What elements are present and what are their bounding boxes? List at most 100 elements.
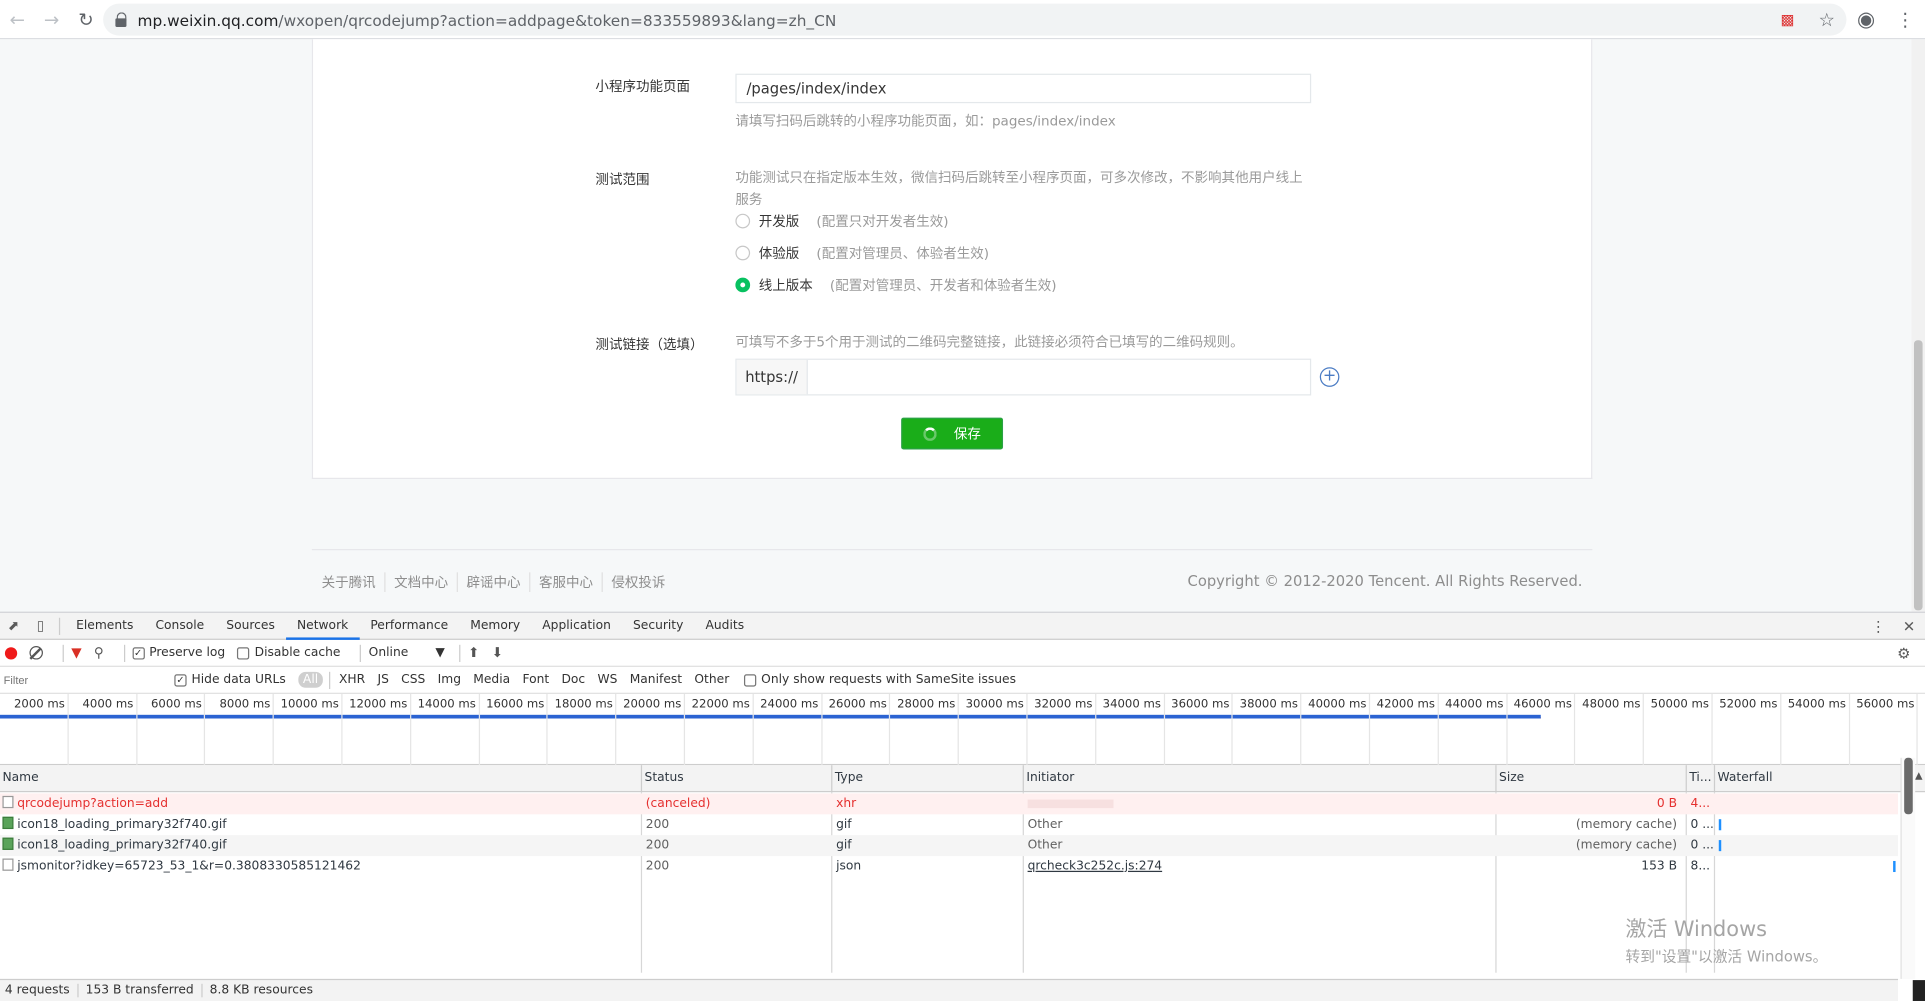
tab-elements[interactable]: Elements [65,612,144,639]
radio-circle[interactable] [735,213,751,229]
request-initiator[interactable] [1025,793,1492,814]
column-initiator[interactable]: Initiator [1024,765,1497,793]
add-link-icon[interactable]: + [1319,367,1340,387]
toolbar-separator [360,644,362,662]
type-filter-img[interactable]: Img [433,672,466,688]
devtools-menu-icon[interactable]: ⋮ [1871,618,1886,635]
waterfall-bar [1718,840,1722,852]
device-toolbar-icon[interactable]: ▯ [27,612,54,639]
filter-icon[interactable]: ▼ [71,645,81,661]
loading-spinner-icon [923,426,937,441]
table-row[interactable]: jsmonitor?idkey=65723_53_1&r=0.380833058… [0,856,1898,877]
samesite-label: Only show requests with SameSite issues [761,673,1016,687]
filter-bar: ✓ Hide data URLs All XHR JS CSS Img Media… [0,667,1925,694]
clear-icon[interactable] [29,646,43,660]
type-filter-manifest[interactable]: Manifest [625,672,687,688]
timeline-tick-label: 8000 ms [219,697,271,712]
back-icon[interactable]: ← [0,2,34,36]
address-bar[interactable]: mp.weixin.qq.com/wxopen/qrcodejump?actio… [103,3,1847,36]
forward-icon[interactable]: → [34,2,68,36]
type-filter-xhr[interactable]: XHR [334,672,370,688]
tab-network[interactable]: Network [285,612,360,640]
tab-memory[interactable]: Memory [459,612,531,639]
radio-online[interactable]: 线上版本 (配置对管理员、开发者和体验者生效) [735,275,1057,295]
tab-audits[interactable]: Audits [694,612,755,639]
extension-icon[interactable]: ▩ [1768,2,1807,36]
sort-ascending-icon: ▲ [1915,770,1923,782]
table-row[interactable]: qrcodejump?action=add (canceled) xhr 0 B… [0,793,1899,815]
timeline-tick: 40000 ms [1302,693,1371,766]
throttling-select[interactable]: Online ▼ [369,646,445,660]
disable-cache-checkbox[interactable]: Disable cache [237,646,340,660]
network-overview-timeline[interactable]: 2000 ms 4000 ms 6000 ms 8000 ms 10000 ms 1200… [0,693,1925,766]
request-status: (canceled) [645,797,711,811]
close-icon[interactable]: ✕ [1903,618,1915,635]
table-row[interactable]: icon18_loading_primary32f740.gif 200 gif… [0,814,1898,835]
settings-gear-icon[interactable]: ⚙ [1897,644,1910,661]
disable-cache-label: Disable cache [254,646,341,660]
transferred-size: 153 B transferred [77,983,201,998]
initiator-link[interactable]: qrcheck3c252c.js:274 [1025,856,1492,877]
footer-link[interactable]: 关于腾讯 [322,572,385,592]
checkbox[interactable] [743,673,757,686]
column-size[interactable]: Size [1497,765,1687,793]
type-filter-other[interactable]: Other [689,672,734,688]
tab-security[interactable]: Security [622,612,695,639]
devtools-scroll-thumb[interactable] [1904,757,1913,815]
tab-performance[interactable]: Performance [359,612,459,639]
footer-link[interactable]: 侵权投诉 [601,572,674,592]
preserve-log-checkbox[interactable]: ✓ Preserve log [132,646,225,660]
page-scroll-thumb[interactable] [1913,340,1923,611]
save-button[interactable]: 保存 [901,417,1004,450]
checkbox[interactable] [237,646,250,659]
radio-circle-checked[interactable] [735,277,751,293]
samesite-checkbox[interactable]: Only show requests with SameSite issues [743,673,1016,687]
export-har-icon[interactable]: ⬇ [492,645,503,661]
column-time[interactable]: Ti... [1687,765,1716,793]
type-filter-css[interactable]: CSS [396,672,430,688]
tab-application[interactable]: Application [531,612,622,639]
page-path-input[interactable]: /pages/index/index [735,73,1312,104]
save-label: 保存 [953,426,981,443]
footer-link[interactable]: 客服中心 [529,572,601,592]
radio-circle[interactable] [735,245,751,261]
search-icon[interactable]: ⚲ [94,645,104,661]
timeline-tick-label: 22000 ms [691,697,750,712]
profile-icon[interactable]: ◉ [1846,2,1885,36]
checkbox-checked[interactable]: ✓ [174,673,187,686]
type-filter-js[interactable]: JS [373,672,394,688]
table-row[interactable]: icon18_loading_primary32f740.gif 200 gif… [0,835,1899,857]
type-filter-all[interactable]: All [298,671,324,688]
page-scrollbar[interactable] [1911,39,1925,612]
import-har-icon[interactable]: ⬆ [468,645,479,661]
footer-link[interactable]: 文档中心 [384,572,456,592]
type-filter-doc[interactable]: Doc [557,672,591,688]
hide-data-urls-checkbox[interactable]: ✓ Hide data URLs [174,673,286,687]
filter-input[interactable] [0,669,163,690]
timeline-tick-label: 12000 ms [349,697,408,712]
document-icon [2,795,14,809]
checkbox-checked[interactable]: ✓ [132,646,145,659]
star-icon[interactable]: ☆ [1807,2,1846,36]
menu-icon[interactable]: ⋮ [1886,2,1925,36]
devtools-scrollbar[interactable] [1900,757,1916,979]
lock-icon [115,12,127,28]
type-filter-ws[interactable]: WS [593,672,623,688]
timeline-tick-label: 46000 ms [1513,697,1572,712]
column-status[interactable]: Status [642,765,833,793]
record-icon[interactable] [4,646,18,659]
inspect-icon[interactable]: ⬈ [0,612,27,639]
column-name[interactable]: Name [0,765,643,793]
column-waterfall[interactable]: Waterfall [1715,765,1898,792]
footer-link[interactable]: 辟谣中心 [456,572,529,592]
tab-sources[interactable]: Sources [215,612,286,639]
timeline-tick: 18000 ms [548,693,617,766]
tab-console[interactable]: Console [144,612,215,639]
radio-trial[interactable]: 体验版 (配置对管理员、体验者生效) [735,243,989,263]
type-filter-font[interactable]: Font [518,672,555,688]
column-type[interactable]: Type [832,765,1024,793]
radio-dev[interactable]: 开发版 (配置只对开发者生效) [735,211,949,231]
type-filter-media[interactable]: Media [468,672,515,688]
test-link-field[interactable]: https:// [735,358,1312,396]
reload-icon[interactable]: ↻ [69,2,103,36]
